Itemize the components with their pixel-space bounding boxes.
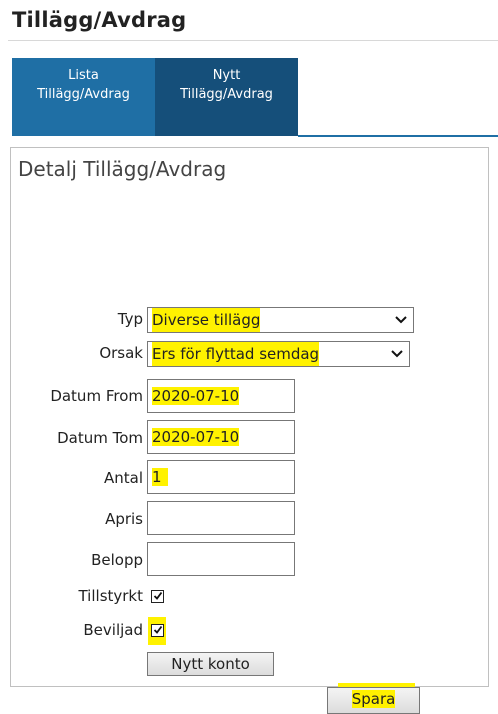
tab-label-line1: Nytt [212, 68, 241, 83]
datum-tom-label: Datum Tom [57, 429, 143, 447]
datum-from-value: 2020-07-10 [152, 387, 240, 405]
tab-label-line2: Tillägg/Avdrag [37, 87, 130, 102]
datum-from-label: Datum From [50, 387, 143, 405]
tillstyrkt-checkbox[interactable] [151, 590, 164, 603]
typ-value: Diverse tillägg [152, 308, 261, 332]
orsak-select[interactable]: Ers för flyttad semdag [147, 341, 410, 367]
tab-label-line2: Tillägg/Avdrag [180, 87, 273, 102]
belopp-label: Belopp [91, 551, 143, 569]
save-button-label: Spara [351, 690, 396, 708]
page-title: Tillägg/Avdrag [12, 8, 187, 32]
datum-tom-input[interactable]: 2020-07-10 [147, 420, 295, 454]
tab-underline [298, 135, 498, 137]
orsak-value: Ers för flyttad semdag [152, 342, 320, 366]
datum-tom-value: 2020-07-10 [152, 428, 240, 446]
chevron-down-icon [395, 308, 407, 339]
antal-input[interactable]: 1 [147, 460, 295, 494]
checkmark-icon [153, 625, 162, 634]
title-divider [8, 40, 498, 41]
antal-value: 1 [152, 468, 168, 486]
checkmark-icon [153, 591, 162, 600]
antal-label: Antal [103, 469, 143, 487]
chevron-down-icon [391, 342, 403, 373]
tab-label-line1: Lista [68, 68, 99, 83]
detail-panel [10, 147, 489, 687]
typ-select[interactable]: Diverse tillägg [147, 307, 414, 333]
typ-label: Typ [117, 310, 143, 328]
datum-from-input[interactable]: 2020-07-10 [147, 379, 295, 413]
tab-nytt-tillagg-avdrag[interactable]: Nytt Tillägg/Avdrag [155, 58, 298, 136]
orsak-label: Orsak [99, 344, 143, 362]
belopp-input[interactable] [147, 542, 295, 576]
tab-lista-tillagg-avdrag[interactable]: Lista Tillägg/Avdrag [12, 58, 155, 136]
tillstyrkt-label: Tillstyrkt [78, 587, 143, 605]
panel-title: Detalj Tillägg/Avdrag [18, 157, 227, 181]
beviljad-checkbox[interactable] [151, 624, 164, 637]
beviljad-label: Beviljad [83, 621, 143, 639]
nytt-konto-button[interactable]: Nytt konto [147, 652, 274, 676]
apris-label: Apris [105, 510, 143, 528]
save-button[interactable]: Spara [327, 687, 420, 714]
apris-input[interactable] [147, 501, 295, 535]
